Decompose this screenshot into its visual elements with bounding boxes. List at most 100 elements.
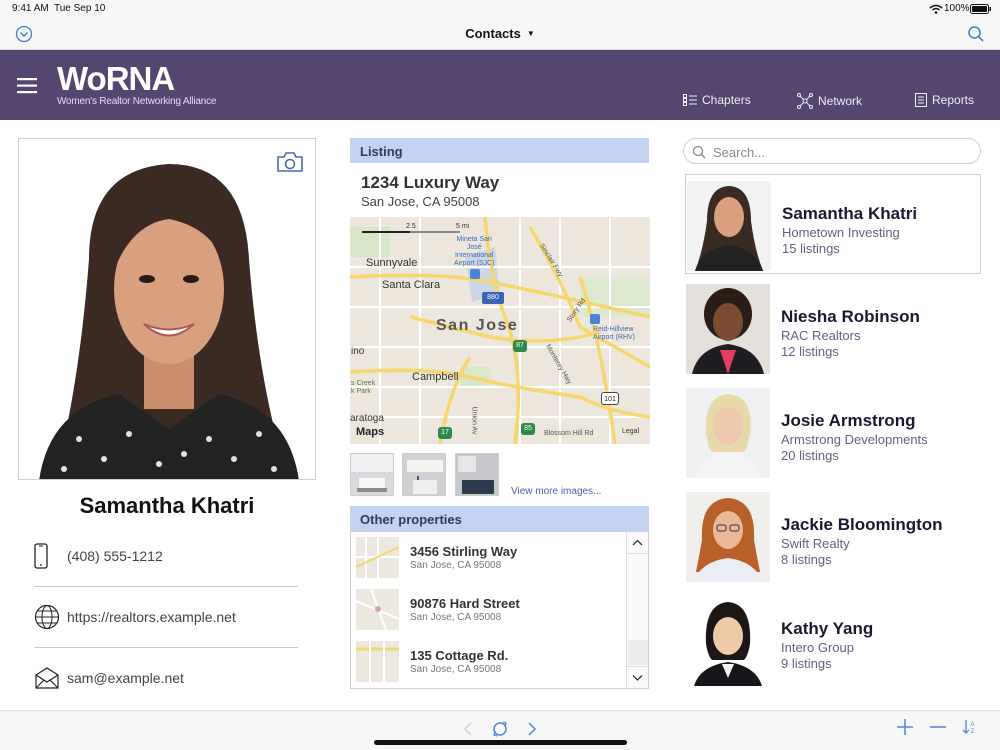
contact-card[interactable]: Samantha Khatri Hometown Investing 15 li… xyxy=(685,174,981,274)
avatar xyxy=(686,596,770,686)
highway-shield: 880 xyxy=(482,292,504,304)
search-icon[interactable] xyxy=(967,25,985,43)
airport-icon xyxy=(470,269,480,279)
contact-listings-count: 12 listings xyxy=(781,344,839,359)
wifi-icon xyxy=(929,4,943,14)
globe-icon xyxy=(34,604,60,630)
property-address: San Jose, CA 95008 xyxy=(410,612,502,623)
search-icon xyxy=(692,145,706,159)
chevron-left-icon[interactable] xyxy=(462,720,474,738)
contacts-search-field[interactable]: Search... xyxy=(683,138,981,164)
contact-company: Armstrong Developments xyxy=(781,432,928,447)
property-name: 135 Cottage Rd. xyxy=(410,648,509,663)
email-address[interactable]: sam@example.net xyxy=(67,670,184,686)
status-bar: 9:41 AM Tue Sep 10 100% xyxy=(0,0,1000,18)
map-place-label: Sunnyvale xyxy=(366,257,418,269)
scroll-thumb[interactable] xyxy=(628,640,648,665)
contacts-menu[interactable]: Contacts ▼ xyxy=(0,26,1000,41)
contact-listings-count: 20 listings xyxy=(781,448,839,463)
listing-image-thumbnail[interactable] xyxy=(350,453,394,496)
app-toolbar: Contacts ▼ xyxy=(0,18,1000,50)
map-legal-link[interactable]: Legal xyxy=(622,428,639,435)
properties-scrollbar[interactable] xyxy=(626,532,648,688)
map-place-label: ino xyxy=(351,346,365,357)
contact-name: Jackie Bloomington xyxy=(781,515,943,534)
contact-listings-count: 9 listings xyxy=(781,656,832,671)
add-icon[interactable] xyxy=(896,718,914,736)
chevron-right-icon[interactable] xyxy=(526,720,538,738)
highway-shield: 85 xyxy=(521,423,535,435)
status-time: 9:41 AM xyxy=(12,3,49,14)
property-item[interactable]: 3456 Stirling Way San Jose, CA 95008 xyxy=(351,532,627,584)
hamburger-menu-icon[interactable] xyxy=(17,78,37,94)
highway-shield: 101 xyxy=(601,392,619,405)
airport-icon xyxy=(590,314,600,324)
phone-icon xyxy=(34,543,48,569)
contact-name: Josie Armstrong xyxy=(781,411,916,430)
avatar xyxy=(687,181,771,271)
camera-icon[interactable] xyxy=(276,151,304,173)
contact-card[interactable]: Jackie Bloomington Swift Realty 8 listin… xyxy=(685,486,981,586)
property-item[interactable]: 90876 Hard Street San Jose, CA 95008 xyxy=(351,584,627,636)
battery-icon xyxy=(970,4,991,14)
divider xyxy=(34,647,298,648)
app-header: WoRNA Women's Realtor Networking Allianc… xyxy=(0,50,1000,120)
caret-down-icon: ▼ xyxy=(526,29,535,38)
divider xyxy=(34,586,298,587)
map-airport-label: Mineta San José International Airport (S… xyxy=(454,236,495,267)
nav-network[interactable]: Network xyxy=(797,93,862,109)
website-row[interactable]: https://realtors.example.net xyxy=(34,597,298,637)
listing-heading: Listing xyxy=(350,138,649,163)
listing-map[interactable]: 2.5 5 mi San Jose Sunnyvale Santa Clara … xyxy=(350,217,650,444)
profile-name: Samantha Khatri xyxy=(79,493,255,518)
property-name: 3456 Stirling Way xyxy=(410,544,518,559)
listing-image-thumbnail[interactable] xyxy=(402,453,446,496)
nav-chapters-label: Chapters xyxy=(702,93,751,107)
map-place-label: Santa Clara xyxy=(382,279,441,291)
scroll-down-button[interactable] xyxy=(627,666,648,688)
home-indicator[interactable] xyxy=(374,740,627,745)
contact-name: Niesha Robinson xyxy=(781,307,920,326)
contact-company: Hometown Investing xyxy=(782,225,900,240)
sort-icon[interactable]: A Z xyxy=(962,718,978,736)
phone-row[interactable]: (408) 555-1212 xyxy=(34,536,298,576)
listing-image-thumbnail[interactable] xyxy=(455,453,499,496)
listing-city: San Jose, CA 95008 xyxy=(361,194,480,209)
website-link[interactable]: https://realtors.example.net xyxy=(67,609,236,625)
property-item[interactable]: 135 Cottage Rd. San Jose, CA 95008 xyxy=(351,636,627,688)
contact-company: Swift Realty xyxy=(781,536,850,551)
nav-reports-label: Reports xyxy=(932,93,975,107)
contact-name: Samantha Khatri xyxy=(782,204,918,223)
search-placeholder: Search... xyxy=(713,145,766,160)
property-map-thumbnail xyxy=(356,589,399,630)
avatar xyxy=(686,492,770,582)
nav-chapters[interactable]: Chapters xyxy=(683,93,751,107)
email-row[interactable]: sam@example.net xyxy=(34,658,298,698)
property-address: San Jose, CA 95008 xyxy=(410,560,502,571)
remove-icon[interactable] xyxy=(929,718,947,736)
property-address: San Jose, CA 95008 xyxy=(410,664,502,675)
contact-card[interactable]: Josie Armstrong Armstrong Developments 2… xyxy=(685,382,981,482)
map-city-label: San Jose xyxy=(436,317,519,334)
other-properties-list: 3456 Stirling Way San Jose, CA 95008 908… xyxy=(350,531,649,689)
list-icon xyxy=(683,94,697,106)
highway-shield: 87 xyxy=(513,340,527,352)
avatar xyxy=(686,388,770,478)
svg-text:A: A xyxy=(971,722,975,728)
nav-reports[interactable]: Reports xyxy=(915,93,974,107)
contact-listings-count: 15 listings xyxy=(782,241,840,256)
property-name: 90876 Hard Street xyxy=(410,596,520,611)
refresh-icon[interactable] xyxy=(490,719,510,739)
contact-company: RAC Realtors xyxy=(781,328,861,343)
envelope-icon xyxy=(35,667,59,689)
contact-card[interactable]: Niesha Robinson RAC Realtors 12 listings xyxy=(685,278,981,378)
map-scale-label: 2.5 xyxy=(406,223,416,230)
property-map-thumbnail xyxy=(356,641,399,682)
scroll-up-button[interactable] xyxy=(627,532,648,554)
contact-card[interactable]: Kathy Yang Intero Group 9 listings xyxy=(685,590,981,690)
maps-attribution: Maps xyxy=(356,426,385,438)
view-more-images-link[interactable]: View more images... xyxy=(511,486,601,497)
profile-portrait-image xyxy=(19,139,315,479)
report-icon xyxy=(915,93,927,107)
map-road-label: Union Av xyxy=(470,406,478,435)
